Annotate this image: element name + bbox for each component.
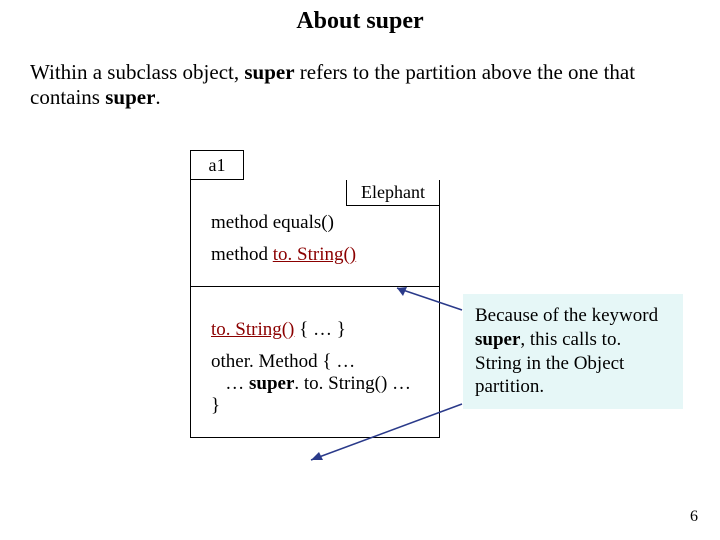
object-method-tostring-pre: method (211, 244, 273, 265)
intro-pre: Within a subclass object, (30, 60, 244, 84)
a1-label: a1 (190, 150, 244, 180)
other-method-rest: . to. String() … (294, 373, 411, 394)
object-method-tostring-link: to. String() (273, 244, 356, 265)
other-method-line2: … super. to. String() … (211, 373, 429, 395)
intro-kw2: super (105, 85, 155, 109)
slide-title: About super (0, 8, 720, 35)
other-method-line1: other. Method { … (211, 351, 429, 373)
other-method-indent: … (211, 373, 249, 394)
callout-pre: Because of the keyword (475, 305, 658, 326)
intro-kw1: super (244, 60, 294, 84)
elephant-other-method: other. Method { … … super. to. String() … (211, 351, 429, 417)
elephant-tostring-link: to. String() (211, 319, 294, 340)
intro-post: . (155, 85, 160, 109)
elephant-method-tostring: to. String() { … } (211, 319, 429, 341)
super-keyword: super (249, 373, 294, 394)
page-number: 6 (690, 508, 698, 526)
intro-text: Within a subclass object, super refers t… (30, 60, 690, 110)
callout-box: Because of the keyword super, this calls… (463, 294, 683, 409)
object-method-tostring: method to. String() (211, 244, 429, 266)
object-method-equals: method equals() (211, 212, 429, 234)
object-box: Object method equals() method to. String… (190, 180, 440, 438)
elephant-partition: Elephant to. String() { … } other. Metho… (191, 286, 439, 437)
elephant-class-label: Elephant (346, 180, 439, 206)
object-diagram: a1 Object method equals() method to. Str… (190, 150, 440, 438)
callout-kw: super (475, 329, 520, 350)
other-method-close: } (211, 395, 429, 417)
elephant-tostring-post: { … } (294, 319, 346, 340)
